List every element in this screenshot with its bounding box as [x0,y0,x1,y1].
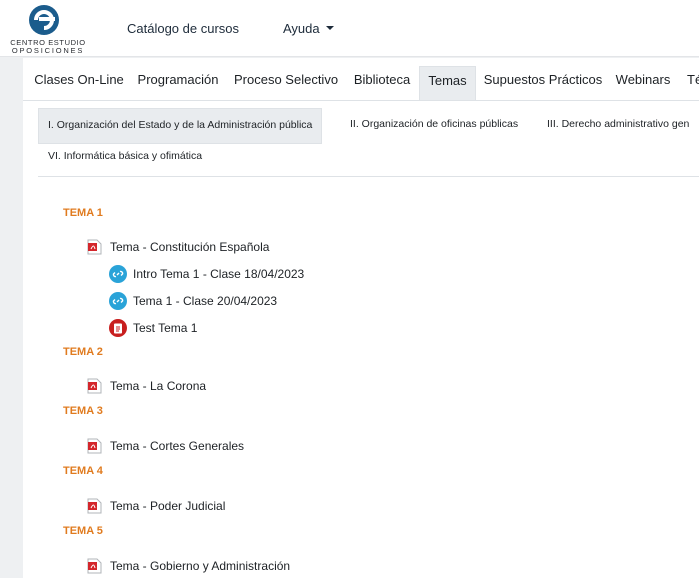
resource-label: Test Tema 1 [133,321,198,335]
pdf-file-icon [87,558,102,574]
tab-programacion[interactable]: Programación [134,66,222,99]
tab-supuestos-practicos[interactable]: Supuestos Prácticos [483,66,603,99]
resource-label: Tema 1 - Clase 20/04/2023 [133,294,278,308]
list-item[interactable]: Tema 1 - Clase 20/04/2023 [109,292,277,310]
quiz-icon [109,319,127,337]
subtab-oficinas-publicas[interactable]: II. Organización de oficinas públicas [350,118,518,130]
url-link-icon [109,265,127,283]
list-item[interactable]: Intro Tema 1 - Clase 18/04/2023 [109,265,304,283]
logo-icon [29,5,59,35]
resource-label: Tema - Cortes Generales [110,439,245,453]
tema-heading: TEMA 2 [63,346,103,358]
logo-line-2: OPOSICIONES [11,46,85,55]
tab-biblioteca[interactable]: Biblioteca [350,66,414,99]
tab-clases-online[interactable]: Clases On-Line [29,66,129,99]
site-logo[interactable]: CENTRO ESTUDIO OPOSICIONES [6,4,86,55]
pdf-file-icon [87,239,102,255]
caret-down-icon [325,26,334,30]
pdf-file-icon [87,498,102,514]
section-tabs: Clases On-Line Programación Proceso Sele… [23,66,699,101]
list-item[interactable]: Tema - La Corona [87,378,206,394]
tab-temas[interactable]: Temas [419,66,476,100]
resource-label: Tema - Poder Judicial [110,499,226,513]
logo-text: CENTRO ESTUDIO OPOSICIONES [6,39,90,55]
course-card: Clases On-Line Programación Proceso Sele… [23,58,699,578]
tab-truncated[interactable]: Té [687,66,699,99]
subtab-derecho-administrativo[interactable]: III. Derecho administrativo gen [547,118,689,130]
url-link-icon [109,292,127,310]
pdf-file-icon [87,438,102,454]
list-item[interactable]: Tema - Constitución Española [87,239,269,255]
resource-label: Tema - La Corona [110,379,207,393]
pdf-file-icon [87,378,102,394]
tema-heading: TEMA 3 [63,405,103,417]
list-item[interactable]: Tema - Gobierno y Administración [87,558,290,574]
list-item[interactable]: Test Tema 1 [109,319,197,337]
nav-help-dropdown[interactable]: Ayuda [283,21,334,36]
list-item[interactable]: Tema - Poder Judicial [87,498,225,514]
list-item[interactable]: Tema - Cortes Generales [87,438,244,454]
tema-heading: TEMA 4 [63,465,103,477]
subtab-organizacion-estado[interactable]: I. Organización del Estado y de la Admin… [38,108,323,144]
top-navbar: CENTRO ESTUDIO OPOSICIONES Catálogo de c… [0,0,699,57]
resource-label: Intro Tema 1 - Clase 18/04/2023 [133,267,305,281]
subtab-informatica[interactable]: VI. Informática básica y ofimática [48,150,202,162]
resource-label: Tema - Constitución Española [110,240,270,254]
tema-heading: TEMA 1 [63,207,103,219]
nav-catalog-link[interactable]: Catálogo de cursos [127,21,239,36]
topic-subtabs: I. Organización del Estado y de la Admin… [38,108,699,177]
nav-help-label: Ayuda [283,21,320,36]
tab-webinars[interactable]: Webinars [613,66,673,99]
resource-label: Tema - Gobierno y Administración [110,559,291,573]
tema-heading: TEMA 5 [63,525,103,537]
tab-proceso-selectivo[interactable]: Proceso Selectivo [234,66,338,99]
